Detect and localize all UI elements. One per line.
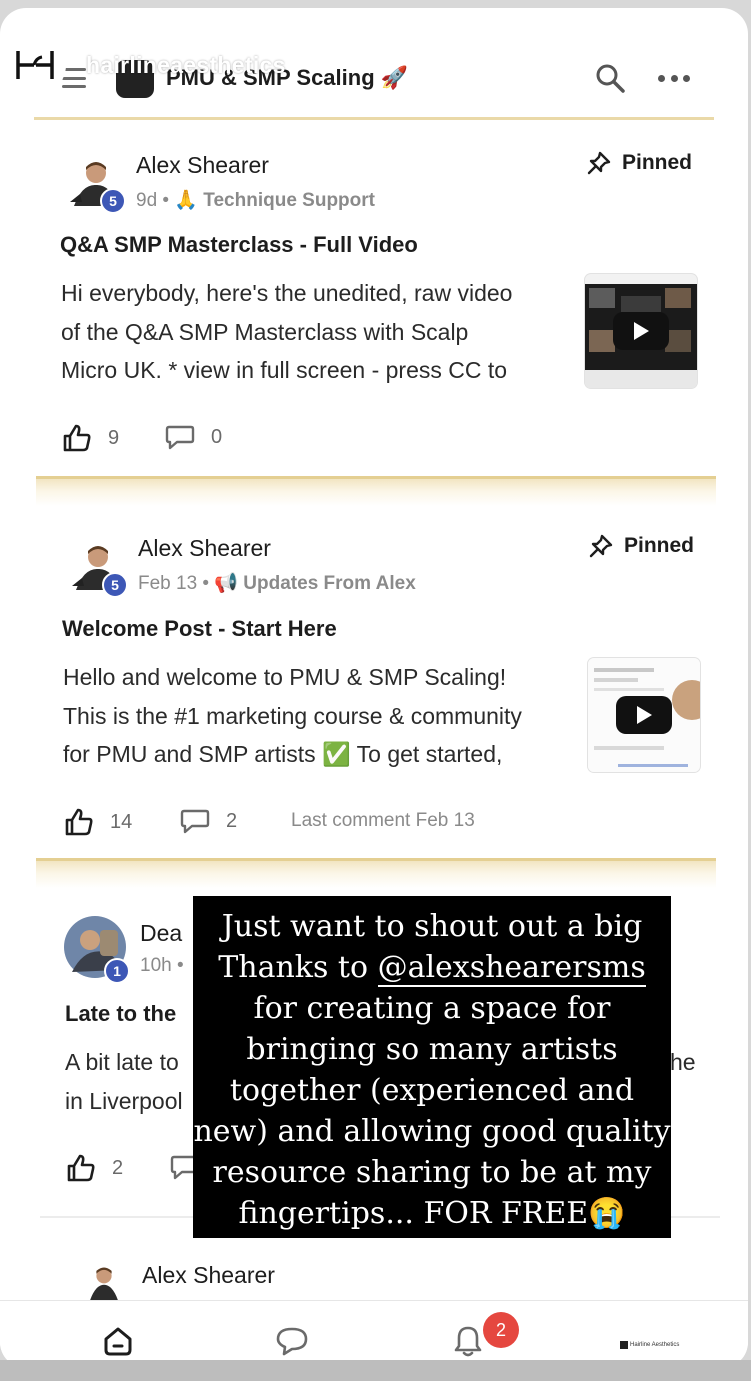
story-line: Thanks to @alexshearersms	[193, 947, 671, 988]
level-badge: 5	[100, 188, 126, 214]
story-line: together (experienced and	[229, 1073, 635, 1108]
comment-stat[interactable]: 2	[180, 808, 237, 834]
app-screen: PMU & SMP Scaling 🚀 5 Alex Shearer 9d • …	[0, 8, 748, 1368]
post-body[interactable]: A bit late to in Liverpool	[65, 1043, 183, 1120]
post-body[interactable]: Hi everybody, here's the unedited, raw v…	[61, 274, 512, 390]
thumbs-up-icon[interactable]	[66, 1154, 96, 1182]
thumbs-up-icon[interactable]	[62, 424, 92, 452]
post-body-line: This is the #1 marketing course & commun…	[63, 702, 522, 729]
post-title[interactable]: Q&A SMP Masterclass - Full Video	[60, 232, 418, 258]
like-count: 2	[112, 1156, 124, 1179]
notification-badge[interactable]: 2	[483, 1312, 519, 1348]
post-body[interactable]: Hello and welcome to PMU & SMP Scaling! …	[63, 658, 522, 774]
comment-icon[interactable]	[180, 808, 210, 834]
story-line: fingertips... FOR FREE😭	[238, 1196, 626, 1231]
post-meta: 9d • 🙏 Technique Support	[136, 190, 375, 211]
home-icon[interactable]	[100, 1323, 136, 1359]
author-name[interactable]: Alex Shearer	[136, 152, 269, 179]
story-line: new) and allowing good quality	[193, 1114, 671, 1149]
post-body-line: of the Q&A SMP Masterclass with Scalp	[61, 318, 469, 345]
story-line-text: Thanks to	[218, 950, 378, 985]
post-body-line: A bit late to	[65, 1049, 179, 1075]
story-account-avatar[interactable]	[4, 34, 66, 96]
author-name[interactable]: Dea	[140, 920, 182, 947]
story-account-name[interactable]: hairlineaesthetics	[86, 52, 286, 79]
level-badge: 1	[104, 958, 130, 984]
pin-icon	[587, 151, 611, 175]
post-body-line: Hello and welcome to PMU & SMP Scaling!	[63, 664, 507, 690]
author-name[interactable]: Alex Shearer	[138, 535, 271, 562]
header-divider	[34, 117, 714, 120]
pinned-label: Pinned	[586, 150, 692, 176]
hamburger-icon[interactable]	[62, 68, 86, 88]
pinned-text: Pinned	[622, 151, 693, 174]
chat-icon[interactable]	[274, 1323, 310, 1359]
post-body-line: in Liverpool	[65, 1087, 183, 1114]
post-body-fragment: he	[670, 1049, 696, 1075]
comment-count: 0	[211, 425, 223, 448]
story-line: for creating a space for	[253, 991, 611, 1026]
post-age: Feb 13	[138, 573, 198, 594]
post-age: 10h •	[140, 955, 184, 976]
post-separator	[36, 476, 716, 506]
thumbs-up-icon[interactable]	[64, 808, 94, 836]
video-thumbnail[interactable]	[585, 274, 697, 388]
bottom-nav	[0, 1300, 748, 1368]
last-comment: Last comment Feb 13	[291, 810, 475, 831]
post-body-line: for PMU and SMP artists ✅ To get started…	[63, 741, 503, 767]
video-thumbnail[interactable]	[588, 658, 700, 772]
pinned-label: Pinned	[588, 533, 694, 559]
like-stat[interactable]: 9	[62, 424, 119, 452]
pinned-text: Pinned	[624, 534, 695, 557]
post-body-line: Micro UK. * view in full screen - press …	[61, 357, 508, 383]
post-title[interactable]: Late to the	[65, 1001, 176, 1027]
comment-count: 2	[226, 809, 238, 832]
story-line: bringing so many artists	[246, 1032, 618, 1067]
like-stat[interactable]: 2	[66, 1154, 123, 1182]
like-count: 14	[110, 810, 133, 833]
avatar[interactable]: 5	[72, 542, 128, 598]
post-body-line: Hi everybody, here's the unedited, raw v…	[61, 280, 513, 306]
story-line: Just want to shout out a big	[221, 909, 643, 944]
bell-icon[interactable]	[450, 1323, 486, 1359]
profile-button[interactable]: Hairline Aesthetics	[620, 1341, 679, 1349]
post-age: 9d	[136, 190, 158, 211]
play-icon[interactable]	[616, 696, 672, 734]
more-icon[interactable]	[658, 66, 690, 90]
level-badge: 5	[102, 572, 128, 598]
post-category[interactable]: 📢 Updates From Alex	[214, 573, 415, 594]
story-footer	[0, 1360, 751, 1381]
avatar[interactable]: 5	[70, 158, 126, 214]
story-text-overlay: Just want to shout out a big Thanks to @…	[193, 896, 671, 1238]
mention-link[interactable]: @alexshearersms	[377, 950, 646, 987]
play-icon[interactable]	[613, 312, 669, 350]
brand-name: Hairline Aesthetics	[630, 1342, 680, 1348]
post-title[interactable]: Welcome Post - Start Here	[62, 616, 337, 642]
comment-icon[interactable]	[165, 424, 195, 450]
post-category[interactable]: 🙏 Technique Support	[174, 190, 375, 211]
avatar[interactable]	[86, 1264, 122, 1300]
comment-stat[interactable]: 0	[165, 424, 222, 450]
author-name[interactable]: Alex Shearer	[142, 1262, 275, 1289]
like-stat[interactable]: 14	[64, 808, 132, 836]
post-separator	[36, 858, 716, 888]
avatar[interactable]: 1	[64, 916, 130, 984]
pin-icon	[589, 534, 613, 558]
like-count: 9	[108, 426, 120, 449]
post-meta: Feb 13 • 📢 Updates From Alex	[138, 573, 416, 594]
story-line: resource sharing to be at my	[212, 1155, 652, 1190]
search-icon[interactable]	[594, 62, 626, 94]
brand-mark	[620, 1341, 628, 1349]
